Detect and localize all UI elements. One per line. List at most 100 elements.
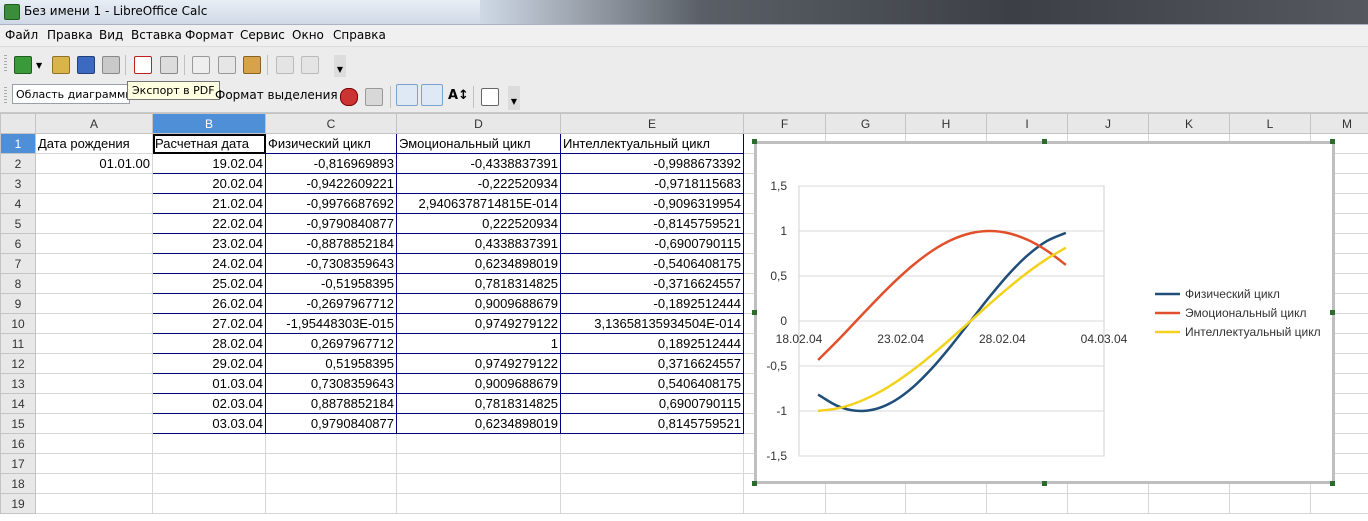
cell-b3[interactable]: 20.02.04 — [152, 173, 266, 194]
column-header-d[interactable]: D — [396, 113, 561, 134]
cell-b15[interactable]: 03.03.04 — [152, 413, 266, 434]
new-document-icon[interactable] — [14, 56, 32, 74]
cell-c16[interactable] — [265, 433, 397, 454]
cell-d3[interactable]: -0,222520934 — [396, 173, 561, 194]
cell-c10[interactable]: -1,95448303E-015 — [265, 313, 397, 334]
cell-d12[interactable]: 0,9749279122 — [396, 353, 561, 374]
cell-a11[interactable] — [35, 333, 153, 354]
cell-c5[interactable]: -0,9790840877 — [265, 213, 397, 234]
cell-a14[interactable] — [35, 393, 153, 414]
cell-c11[interactable]: 0,2697967712 — [265, 333, 397, 354]
resize-handle[interactable] — [1330, 481, 1335, 486]
column-header-i[interactable]: I — [986, 113, 1068, 134]
cell-e15[interactable]: 0,8145759521 — [560, 413, 744, 434]
cell-e11[interactable]: 0,1892512444 — [560, 333, 744, 354]
column-header-k[interactable]: K — [1148, 113, 1230, 134]
cell-a8[interactable] — [35, 273, 153, 294]
paste-icon[interactable] — [243, 56, 261, 74]
toolbar-overflow-icon[interactable]: ▼ — [508, 86, 520, 110]
column-header-c[interactable]: C — [265, 113, 397, 134]
cell-a10[interactable] — [35, 313, 153, 334]
pdf-export-icon[interactable] — [134, 56, 152, 74]
cell-e7[interactable]: -0,5406408175 — [560, 253, 744, 274]
email-icon[interactable] — [102, 56, 120, 74]
menu-help[interactable]: Справка — [333, 28, 386, 42]
toolbar-grip[interactable] — [4, 55, 7, 73]
resize-handle[interactable] — [752, 139, 757, 144]
cell-e4[interactable]: -0,9096319954 — [560, 193, 744, 214]
chart-area[interactable]: 1,5 1 0,5 0 -0,5 -1 -1,5 18.02.04 23.02.04 28.02.… — [754, 141, 1335, 484]
cell-e8[interactable]: -0,3716624557 — [560, 273, 744, 294]
resize-handle[interactable] — [1042, 481, 1047, 486]
resize-handle[interactable] — [752, 481, 757, 486]
menu-view[interactable]: Вид — [99, 28, 123, 42]
row-header[interactable]: 10 — [0, 313, 36, 334]
chart-type-icon[interactable] — [340, 88, 358, 106]
cell-a1[interactable]: Дата рождения — [35, 133, 153, 154]
row-header[interactable]: 12 — [0, 353, 36, 374]
cell-b12[interactable]: 29.02.04 — [152, 353, 266, 374]
cell-d5[interactable]: 0,222520934 — [396, 213, 561, 234]
scale-text-icon[interactable]: A↕ — [448, 88, 469, 104]
row-header[interactable]: 7 — [0, 253, 36, 274]
cell-c9[interactable]: -0,2697967712 — [265, 293, 397, 314]
menu-insert[interactable]: Вставка — [131, 28, 182, 42]
toolbar-overflow-icon[interactable]: ▼ — [334, 55, 346, 77]
line-chart[interactable]: 1,5 1 0,5 0 -0,5 -1 -1,5 18.02.04 23.02.04 28.02.… — [757, 144, 1332, 481]
open-icon[interactable] — [52, 56, 70, 74]
cell-i19[interactable] — [986, 493, 1068, 514]
cell-b6[interactable]: 23.02.04 — [152, 233, 266, 254]
cell-b11[interactable]: 28.02.04 — [152, 333, 266, 354]
cell-h19[interactable] — [905, 493, 987, 514]
cell-e3[interactable]: -0,9718115683 — [560, 173, 744, 194]
cell-c2[interactable]: -0,816969893 — [265, 153, 397, 174]
cell-d1[interactable]: Эмоциональный цикл — [396, 133, 561, 154]
column-header-f[interactable]: F — [743, 113, 826, 134]
cell-a7[interactable] — [35, 253, 153, 274]
cell-b7[interactable]: 24.02.04 — [152, 253, 266, 274]
row-header[interactable]: 9 — [0, 293, 36, 314]
cell-c1[interactable]: Физический цикл — [265, 133, 397, 154]
cell-a5[interactable] — [35, 213, 153, 234]
cell-e2[interactable]: -0,9988673392 — [560, 153, 744, 174]
cell-c4[interactable]: -0,9976687692 — [265, 193, 397, 214]
resize-handle[interactable] — [1330, 139, 1335, 144]
cell-a2[interactable]: 01.01.00 — [35, 153, 153, 174]
new-dropdown-icon[interactable]: ▼ — [36, 61, 42, 70]
resize-handle[interactable] — [1042, 139, 1047, 144]
cell-b8[interactable]: 25.02.04 — [152, 273, 266, 294]
cell-d2[interactable]: -0,4338837391 — [396, 153, 561, 174]
cell-e16[interactable] — [560, 433, 744, 454]
cell-d16[interactable] — [396, 433, 561, 454]
undo-icon[interactable] — [276, 56, 294, 74]
print-icon[interactable] — [160, 56, 178, 74]
column-header-l[interactable]: L — [1229, 113, 1311, 134]
cell-e18[interactable] — [560, 473, 744, 494]
cell-d8[interactable]: 0,7818314825 — [396, 273, 561, 294]
cell-a6[interactable] — [35, 233, 153, 254]
cell-b17[interactable] — [152, 453, 266, 474]
row-header[interactable]: 5 — [0, 213, 36, 234]
cell-e19[interactable] — [560, 493, 744, 514]
cell-k19[interactable] — [1148, 493, 1230, 514]
save-icon[interactable] — [77, 56, 95, 74]
cell-e9[interactable]: -0,1892512444 — [560, 293, 744, 314]
copy-icon[interactable] — [218, 56, 236, 74]
cell-j19[interactable] — [1067, 493, 1149, 514]
cell-a18[interactable] — [35, 473, 153, 494]
cell-b16[interactable] — [152, 433, 266, 454]
cell-b10[interactable]: 27.02.04 — [152, 313, 266, 334]
cell-d14[interactable]: 0,7818314825 — [396, 393, 561, 414]
cell-a13[interactable] — [35, 373, 153, 394]
cell-g19[interactable] — [825, 493, 906, 514]
cell-a4[interactable] — [35, 193, 153, 214]
redo-icon[interactable] — [301, 56, 319, 74]
cell-c17[interactable] — [265, 453, 397, 474]
cell-d17[interactable] — [396, 453, 561, 474]
menu-tools[interactable]: Сервис — [240, 28, 285, 42]
row-header[interactable]: 1 — [0, 133, 36, 154]
column-header-m[interactable]: M — [1310, 113, 1368, 134]
cell-c13[interactable]: 0,7308359643 — [265, 373, 397, 394]
cell-b9[interactable]: 26.02.04 — [152, 293, 266, 314]
row-header[interactable]: 11 — [0, 333, 36, 354]
